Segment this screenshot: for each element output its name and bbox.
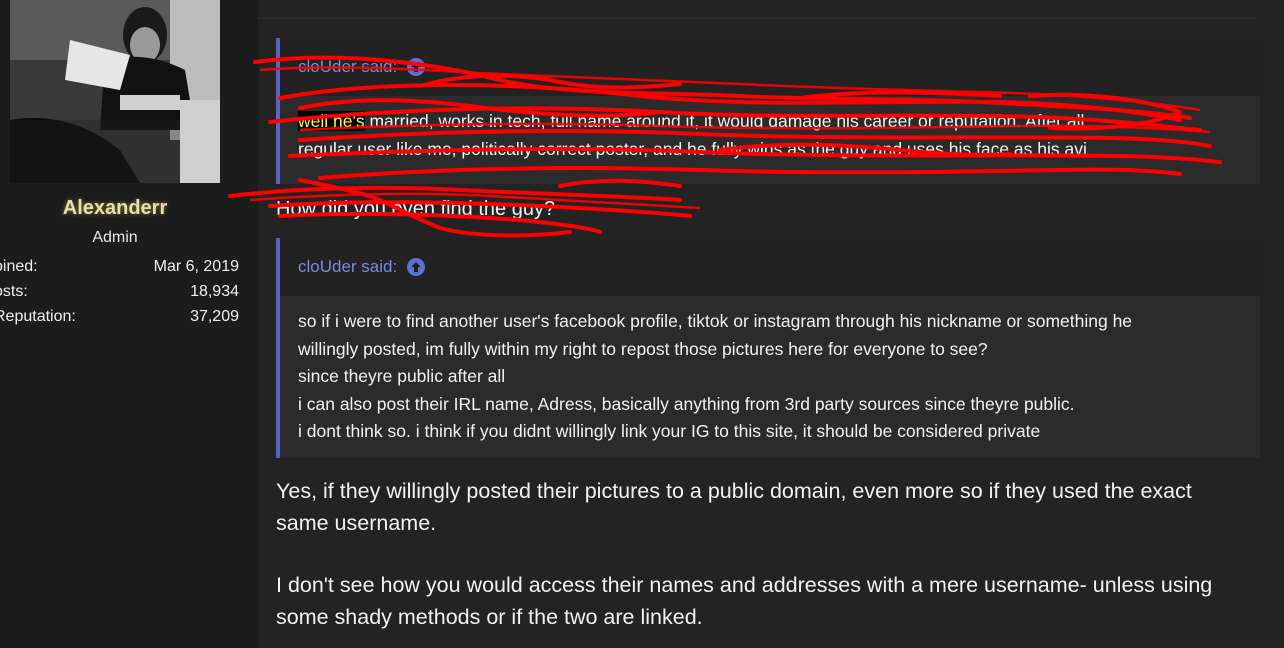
- avatar-image: [10, 0, 220, 183]
- reply-paragraph: I don't see how you would access their n…: [276, 570, 1256, 633]
- quote-header[interactable]: cloUder said:: [280, 238, 1260, 296]
- quote-block: cloUder said: well he's married, works i…: [276, 38, 1260, 184]
- stat-value: 37,209: [190, 308, 239, 325]
- quote-author[interactable]: cloUder said:: [298, 57, 397, 77]
- reply-text: Yes, if they willingly posted their pict…: [276, 476, 1256, 633]
- divider: [258, 18, 1258, 19]
- quote-line: willingly posted, im fully within my rig…: [298, 338, 988, 359]
- reply-line: I don't see how you would access their n…: [276, 573, 1213, 597]
- quote-content: well he's married, works in tech, full n…: [280, 96, 1260, 184]
- reply-line: some shady methods or if the two are lin…: [276, 604, 703, 629]
- quote-line: so if i were to find another user's face…: [298, 311, 1133, 331]
- quote-header[interactable]: cloUder said:: [280, 38, 1260, 96]
- stat-label: oined:: [0, 258, 38, 275]
- stat-label: Reputation:: [0, 308, 76, 325]
- user-title: Admin: [92, 229, 138, 246]
- reply-line: Yes, if they willingly posted their pict…: [276, 479, 1192, 503]
- post-body: cloUder said: well he's married, works i…: [258, 0, 1284, 648]
- quote-author[interactable]: cloUder said:: [298, 257, 397, 277]
- quote-line: regular user like me, politically correc…: [298, 138, 1087, 159]
- stat-value: Mar 6, 2019: [153, 258, 239, 275]
- reply-line: same username.: [276, 510, 437, 535]
- stat-joined: oined: Mar 6, 2019: [0, 257, 239, 282]
- arrow-up-circle-icon[interactable]: [407, 58, 426, 76]
- quote-line: since theyre public after all: [298, 366, 506, 386]
- arrow-up-circle-icon[interactable]: [407, 258, 426, 276]
- quote-line: i can also post their IRL name, Adress, …: [298, 393, 1075, 414]
- user-sidebar: Alexanderr Admin oined: Mar 6, 2019 osts…: [0, 0, 246, 648]
- stat-label: osts:: [0, 283, 28, 300]
- stat-reputation: Reputation: 37,209: [0, 307, 239, 332]
- user-stats: oined: Mar 6, 2019 osts: 18,934 Reputati…: [0, 257, 239, 332]
- quote-block: cloUder said: so if i were to find anoth…: [276, 238, 1260, 458]
- username[interactable]: Alexanderr: [0, 197, 230, 220]
- post-text-redacted: How did you even find the guy?: [276, 198, 556, 220]
- quote-line: well he's married, works in tech, full n…: [298, 108, 1242, 136]
- quote-line: i dont think so. i think if you didnt wi…: [298, 421, 1041, 441]
- quote-content: so if i were to find another user's face…: [280, 296, 1260, 458]
- reply-paragraph: Yes, if they willingly posted their pict…: [276, 476, 1256, 539]
- quote-text: married, works in tech, full name around…: [364, 111, 1085, 131]
- avatar[interactable]: [10, 0, 220, 183]
- highlighted-text: well he's: [298, 111, 365, 131]
- stat-value: 18,934: [190, 283, 239, 300]
- stat-posts: osts: 18,934: [0, 282, 239, 307]
